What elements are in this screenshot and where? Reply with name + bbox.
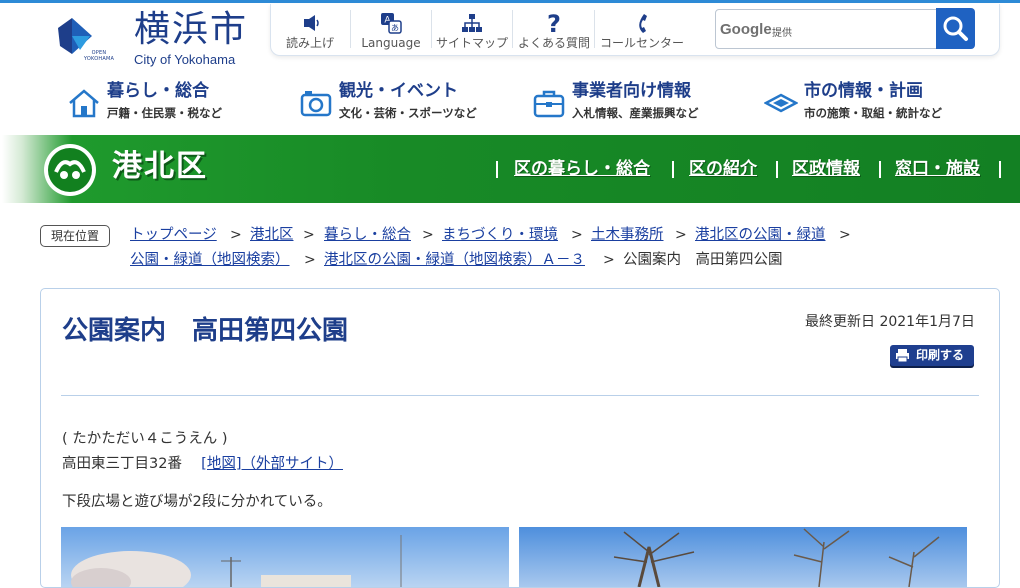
ward-nav-divider [999,161,1001,178]
gnav-city-info-title: 市の情報・計画 [804,81,923,101]
print-button[interactable]: 印刷する [890,345,974,366]
svg-text:?: ? [547,10,561,36]
util-call-center-label: コールセンター [599,36,684,50]
util-call-center[interactable]: コールセンター [595,4,689,54]
util-sitemap[interactable]: サイトマップ [432,4,512,54]
breadcrumb-label: 現在位置 [40,225,110,247]
breadcrumb-link-map-search[interactable]: 公園・緑道（地図検索） [130,250,290,270]
gnav-living-sub: 戸籍・住民票・税など [107,106,222,120]
question-icon: ? [513,10,595,38]
language-icon: Aあ [351,10,431,36]
breadcrumb-separator: > [304,252,316,268]
search-icon [943,16,968,41]
gnav-living[interactable]: 暮らし・総合 戸籍・住民票・税など [67,80,267,128]
breadcrumb-separator: > [422,227,434,243]
park-reading: ( たかただい４こうえん ) [62,431,228,447]
breadcrumb-separator: > [571,227,583,243]
printer-icon [896,349,909,363]
gnav-tourism-title: 観光・イベント [339,81,458,101]
ward-name[interactable]: 港北区 [112,147,208,187]
gnav-city-info-sub: 市の施策・取組・統計など [804,106,942,120]
util-language[interactable]: Aあ Language [351,4,431,54]
title-divider [61,395,979,396]
ward-nav-divider [776,161,778,178]
util-language-label: Language [361,36,421,50]
breadcrumb-separator: > [303,227,315,243]
sitemap-icon [432,10,512,36]
breadcrumb-link-town[interactable]: まちづくり・環境 [442,225,558,245]
google-provided-label: 提供 [772,28,792,39]
breadcrumb-separator: > [230,227,242,243]
ward-nav-divider [672,161,674,178]
camera-icon [300,91,332,117]
logo-open-text: OPEN YOKOHAMA [83,50,115,62]
google-label: Google [720,21,772,38]
ward-nav: 区の暮らし・総合 区の紹介 区政情報 窓口・施設 [496,157,1006,181]
gnav-business[interactable]: 事業者向け情報 入札情報、産業振興など [532,80,732,128]
gnav-business-sub: 入札情報、産業振興など [572,106,699,120]
search-button[interactable] [936,8,975,49]
breadcrumb-link-kohoku[interactable]: 港北区 [250,225,294,245]
util-sitemap-label: サイトマップ [435,36,508,50]
ward-nav-divider [879,161,881,178]
yokohama-logo[interactable]: OPEN YOKOHAMA 横浜市 City of Yokohama [52,10,252,72]
briefcase-icon [533,90,565,118]
gnav-tourism-sub: 文化・芸術・スポーツなど [339,106,477,120]
gnav-business-title: 事業者向け情報 [572,81,691,101]
gnav-living-title: 暮らし・総合 [107,81,209,101]
park-address-line: 高田東三丁目32番 [地図]（外部サイト） [62,454,343,474]
park-description: 下段広場と遊び場が2段に分かれている。 [62,494,332,510]
park-photo-right [519,527,967,587]
city-emblem-icon [764,93,798,113]
breadcrumb-link-civil[interactable]: 土木事務所 [591,225,664,245]
util-read-aloud-label: 読み上げ [285,36,334,50]
house-icon [69,89,99,118]
logo-kanji: 横浜市 [134,9,249,50]
ward-nav-facilities[interactable]: 窓口・施設 [895,157,980,181]
breadcrumb-current: 公園案内 高田第四公園 [623,252,783,268]
ward-nav-living[interactable]: 区の暮らし・総合 [514,157,650,181]
breadcrumb-link-living[interactable]: 暮らし・総合 [324,225,411,245]
logo-english: City of Yokohama [134,52,236,67]
breadcrumb-link-a3[interactable]: 港北区の公園・緑道（地図検索）Ａ－３ [324,250,585,270]
gnav-city-info[interactable]: 市の情報・計画 市の施策・取組・統計など [764,80,984,128]
speaker-icon [271,10,349,36]
util-read-aloud[interactable]: 読み上げ [271,4,349,54]
map-link[interactable]: [地図]（外部サイト） [201,456,343,472]
svg-text:あ: あ [391,24,399,33]
print-button-label: 印刷する [916,348,965,362]
ward-banner: 港北区 区の暮らし・総合 区の紹介 区政情報 窓口・施設 [2,135,1020,203]
phone-icon [595,10,689,36]
kohoku-emblem-icon[interactable] [42,142,98,198]
park-address: 高田東三丁目32番 [62,456,182,472]
ward-nav-divider [496,161,498,178]
ward-nav-intro[interactable]: 区の紹介 [689,157,757,181]
breadcrumb-separator: > [603,252,615,268]
breadcrumb-link-parks[interactable]: 港北区の公園・緑道 [695,225,826,245]
breadcrumb-separator: > [675,227,687,243]
breadcrumb-link-top[interactable]: トップページ [130,225,217,245]
ward-nav-admin[interactable]: 区政情報 [792,157,860,181]
last-updated: 最終更新日 2021年1月7日 [805,314,975,330]
gnav-tourism[interactable]: 観光・イベント 文化・芸術・スポーツなど [299,80,499,128]
park-photo-left [61,527,509,587]
breadcrumb-separator: > [839,227,851,243]
top-accent-line [0,0,1020,3]
util-faq-label: よくある質問 [517,36,590,50]
page-title: 公園案内 高田第四公園 [62,316,349,346]
search-input[interactable]: Google 提供 [715,9,937,49]
util-faq[interactable]: ? よくある質問 [513,4,595,54]
